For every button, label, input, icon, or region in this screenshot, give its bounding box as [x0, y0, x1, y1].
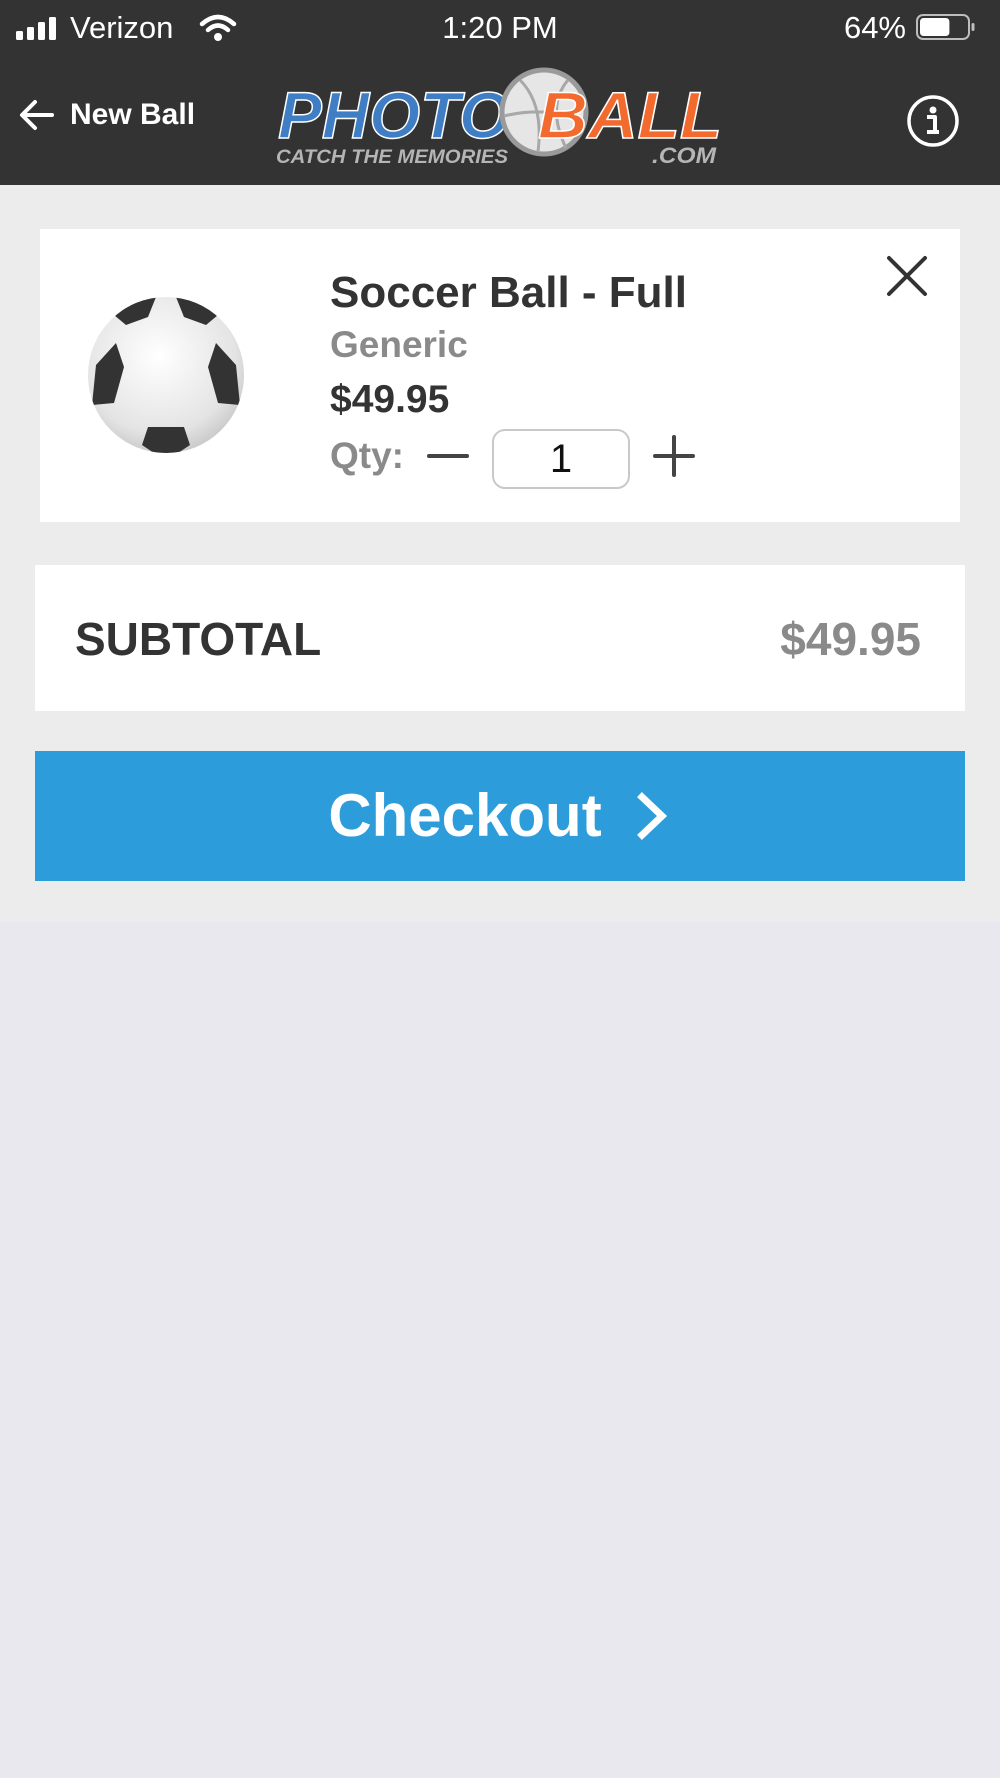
photoball-logo: PHOTO BALL CATCH THE MEMORIES .COM [276, 67, 723, 168]
minus-icon[interactable] [426, 434, 470, 478]
info-icon[interactable] [906, 94, 960, 148]
close-icon[interactable] [884, 253, 930, 299]
chevron-right-icon [636, 792, 667, 840]
checkout-button[interactable]: Checkout [35, 751, 965, 881]
soccer-ball-image [88, 297, 244, 453]
quantity-input[interactable] [492, 429, 630, 489]
cart-item: Soccer Ball - Full Generic $49.95 Qty: [40, 229, 960, 522]
product-brand: Generic [330, 324, 468, 365]
logo-word-photo: PHOTO [278, 78, 510, 152]
subtotal-label: SUBTOTAL [75, 613, 322, 665]
cart-content: Soccer Ball - Full Generic $49.95 Qty: S… [0, 185, 1000, 922]
logo-word-ball: BALL [538, 78, 722, 152]
logo-tagline: CATCH THE MEMORIES [276, 147, 508, 168]
status-bar: Verizon 1:20 PM 64% [0, 0, 1000, 56]
checkout-button-label: Checkout [328, 782, 602, 849]
battery-percentage: 64% [843, 10, 906, 45]
product-name: Soccer Ball - Full [330, 268, 687, 317]
back-button-label: New Ball [70, 98, 196, 131]
subtotal-box: SUBTOTAL $49.95 [35, 565, 965, 711]
plus-icon[interactable] [652, 434, 696, 478]
logo-domain-suffix: .COM [652, 143, 717, 168]
quantity-label: Qty: [330, 435, 404, 476]
arrow-left-icon [20, 100, 54, 130]
subtotal-value: $49.95 [780, 613, 921, 665]
product-price: $49.95 [330, 378, 450, 421]
battery-icon [916, 14, 975, 40]
back-button[interactable]: New Ball [16, 94, 195, 136]
nav-bar: New Ball PHOTO BALL CATCH THE MEMORIES .… [0, 56, 1000, 185]
